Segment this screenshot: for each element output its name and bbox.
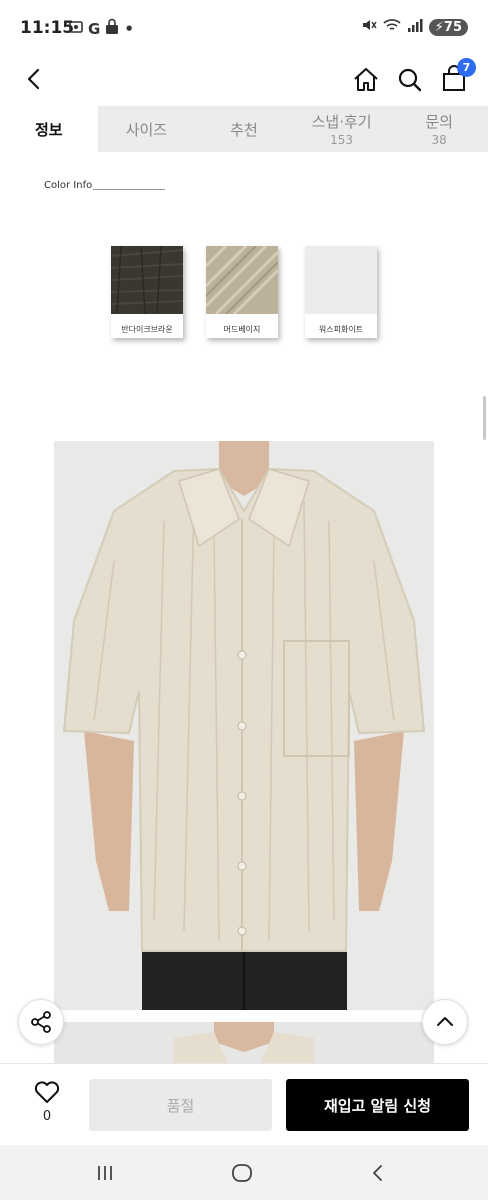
status-bar: 11:15 G • ⚡75	[0, 0, 488, 56]
purchase-bar: 0 품절 재입고 알림 신청	[0, 1063, 488, 1145]
like-button[interactable]: 0	[30, 1080, 64, 1124]
status-time: 11:15	[20, 18, 75, 38]
tab-label: 추천	[230, 120, 258, 139]
screenshot-icon	[68, 19, 84, 39]
system-back-button[interactable]	[358, 1159, 398, 1187]
home-system-button[interactable]	[222, 1159, 262, 1187]
product-photo-next	[54, 1022, 434, 1066]
scroll-top-button[interactable]	[422, 999, 468, 1045]
swatch-label: 반다이크브라운	[121, 325, 173, 334]
color-info-title: Color Info	[44, 180, 93, 191]
restock-alert-button[interactable]: 재입고 알림 신청	[286, 1079, 469, 1131]
chevron-up-icon	[437, 1017, 453, 1026]
color-swatch-brown: 반다이크브라운	[110, 245, 184, 338]
heart-icon	[34, 1081, 60, 1103]
search-icon	[398, 68, 422, 92]
tab-inquiry[interactable]: 문의 38	[390, 106, 488, 152]
nav-actions: 7	[350, 58, 476, 96]
google-icon: G	[88, 19, 101, 38]
tab-snap-review[interactable]: 스냅·후기 153	[293, 106, 391, 152]
tab-label: 사이즈	[125, 120, 168, 139]
status-left-icons: G •	[68, 18, 134, 39]
like-count: 0	[42, 1109, 52, 1124]
system-nav-bar	[0, 1145, 488, 1200]
chevron-left-icon	[27, 68, 40, 90]
tab-label: 정보	[34, 120, 63, 139]
tab-info[interactable]: 정보	[0, 106, 98, 152]
battery-level: 75	[443, 19, 462, 35]
soldout-button[interactable]: 품절	[89, 1079, 272, 1131]
swatch-image	[110, 245, 184, 315]
home-button[interactable]	[350, 62, 382, 96]
mute-icon	[361, 17, 377, 37]
top-nav: 7	[0, 56, 488, 106]
wifi-icon	[383, 17, 401, 37]
swatch-label: 워스피화이트	[318, 325, 364, 334]
product-tabs: 정보 사이즈 추천 스냅·후기 153 문의 38	[0, 106, 488, 152]
recent-apps-button[interactable]	[85, 1159, 125, 1187]
tab-label: 문의	[425, 113, 453, 131]
scrollbar[interactable]	[483, 396, 486, 440]
cart-button[interactable]: 7	[438, 58, 476, 96]
tab-recommend[interactable]: 추천	[195, 106, 293, 152]
share-icon	[31, 1011, 51, 1033]
product-photo	[54, 441, 434, 1010]
color-swatch-white: 워스피화이트	[305, 246, 377, 338]
back-button[interactable]	[18, 62, 52, 96]
tab-count: 38	[431, 133, 447, 147]
swatch-image	[204, 244, 280, 316]
search-button[interactable]	[394, 62, 426, 96]
color-info-divider	[93, 189, 165, 190]
tab-count: 153	[330, 133, 354, 147]
recent-apps-icon	[98, 1166, 112, 1180]
dot-icon: •	[124, 19, 134, 38]
signal-icon	[407, 17, 423, 37]
tab-label: 스냅·후기	[311, 113, 372, 131]
back-arrow-icon	[373, 1165, 382, 1181]
status-right-icons: ⚡75	[361, 17, 468, 37]
tab-size[interactable]: 사이즈	[98, 106, 196, 152]
cart-badge: 7	[457, 58, 476, 77]
lock-icon	[104, 18, 120, 39]
swatch-image	[305, 246, 377, 314]
share-button[interactable]	[18, 999, 64, 1045]
swatch-label: 머드베이지	[223, 325, 261, 334]
home-icon	[354, 68, 378, 91]
home-circle-icon	[232, 1164, 252, 1182]
battery-icon: ⚡75	[428, 18, 468, 36]
color-swatch-beige: 머드베이지	[204, 244, 280, 338]
